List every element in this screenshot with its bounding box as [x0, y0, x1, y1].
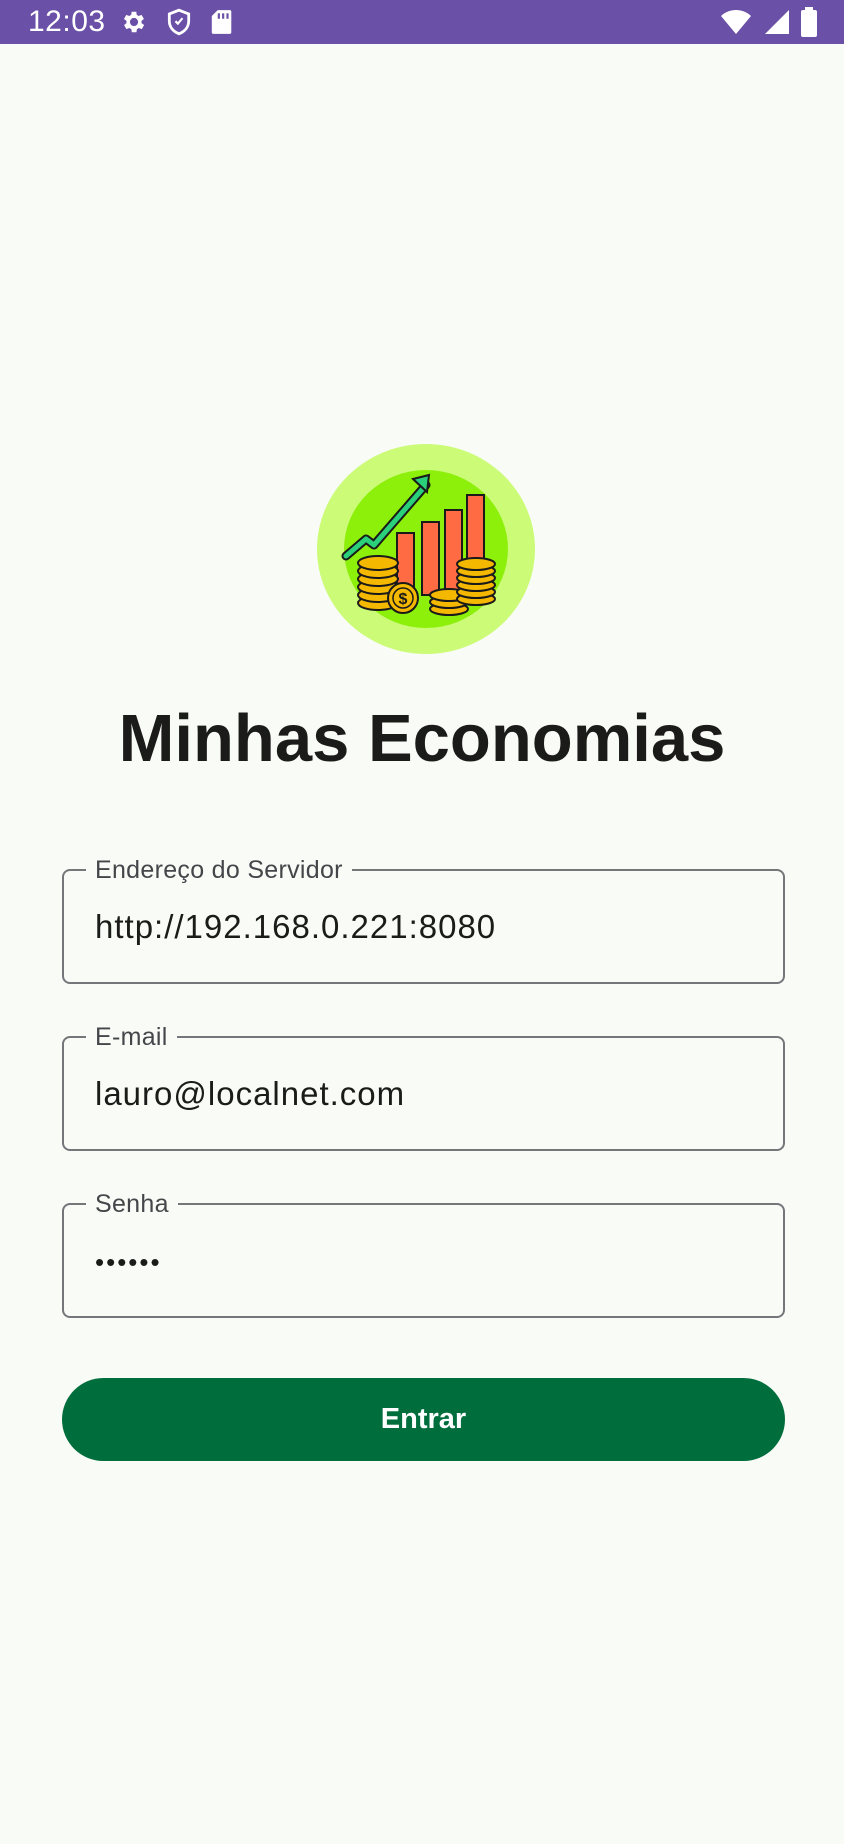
- server-address-input[interactable]: [95, 871, 755, 982]
- app-title: Minhas Economias: [118, 701, 726, 776]
- status-bar: 12:03: [0, 0, 844, 44]
- shield-icon: [166, 8, 192, 36]
- wifi-icon: [720, 9, 752, 35]
- password-field[interactable]: Senha ••••••: [62, 1189, 785, 1318]
- savings-chart-logo: $: [316, 443, 536, 655]
- email-input[interactable]: [95, 1038, 755, 1149]
- status-time: 12:03: [28, 5, 106, 38]
- signal-icon: [762, 8, 790, 36]
- email-field[interactable]: E-mail: [62, 1022, 785, 1151]
- battery-icon: [800, 7, 818, 37]
- login-button[interactable]: Entrar: [62, 1378, 785, 1461]
- gear-icon: [120, 8, 148, 36]
- svg-text:$: $: [399, 591, 408, 608]
- login-screen: 12:03 $ Minhas Economias Endereço do Ser…: [0, 0, 844, 1844]
- status-right-icons: [720, 0, 818, 44]
- status-left-icons: [120, 8, 232, 36]
- server-address-field[interactable]: Endereço do Servidor: [62, 855, 785, 984]
- password-input[interactable]: ••••••: [95, 1205, 755, 1316]
- sd-card-icon: [210, 9, 232, 35]
